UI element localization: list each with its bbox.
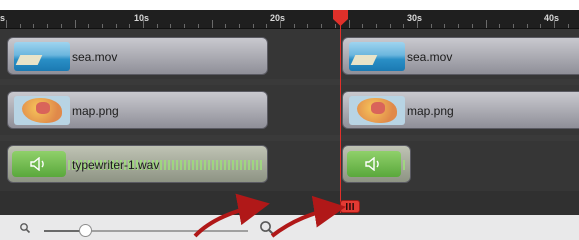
ruler-tick [225, 24, 226, 28]
tracks-area[interactable]: sea.mov map.png typewriter-1.wav sea.mov… [0, 29, 579, 215]
playhead-icon[interactable] [333, 10, 348, 26]
ruler-tick [444, 24, 445, 28]
ruler-tick [472, 24, 473, 28]
ruler-tick [88, 24, 89, 28]
ruler-tick [362, 24, 363, 28]
trim-handle-icon[interactable] [340, 200, 360, 213]
ruler-tick [6, 20, 7, 28]
ruler-label-10s: 10s [134, 13, 150, 23]
ruler-label-30s: 30s [407, 13, 423, 23]
sea-thumbnail [14, 42, 70, 71]
speaker-icon [12, 151, 66, 177]
zoom-slider-knob[interactable] [78, 224, 92, 237]
ruler-label-20s: 20s [270, 13, 286, 23]
map-thumbnail [349, 96, 405, 125]
ruler-tick [239, 24, 240, 28]
ruler-tick [61, 24, 62, 28]
ruler-tick [499, 24, 500, 28]
top-margin [0, 0, 579, 10]
ruler-tick [307, 24, 308, 28]
ruler-tick [212, 20, 213, 28]
ruler-tick [143, 20, 144, 28]
ruler-tick [458, 24, 459, 28]
ruler-tick [102, 24, 103, 28]
ruler-tick [349, 20, 350, 28]
clip-audio-left[interactable]: typewriter-1.wav [7, 145, 268, 183]
magnifier-small-icon[interactable] [19, 222, 31, 234]
sea-thumbnail [349, 42, 405, 71]
waveform [403, 160, 406, 170]
time-ruler[interactable]: s 10s 20s 30s 40s [0, 10, 579, 29]
ruler-tick [540, 24, 541, 28]
ruler-tick [184, 24, 185, 28]
ruler-tick [390, 24, 391, 28]
ruler-tick [431, 24, 432, 28]
timeline-app: s 10s 20s 30s 40s sea.mov map.png typewr… [0, 0, 579, 240]
magnifier-large-icon[interactable] [259, 220, 275, 236]
map-thumbnail [14, 96, 70, 125]
ruler-label-40s: 40s [544, 13, 560, 23]
clip-map-right[interactable]: map.png [342, 91, 579, 129]
ruler-tick [75, 20, 76, 28]
clip-name: sea.mov [72, 50, 118, 64]
ruler-tick [486, 20, 487, 28]
ruler-tick [554, 20, 555, 28]
ruler-tick [417, 20, 418, 28]
clip-name: map.png [72, 104, 119, 118]
ruler-tick [403, 24, 404, 28]
ruler-tick [116, 24, 117, 28]
clip-name: typewriter-1.wav [72, 158, 160, 172]
ruler-tick [20, 24, 21, 28]
speaker-icon [347, 151, 401, 177]
clip-name: sea.mov [407, 50, 453, 64]
zoom-bar [0, 215, 579, 240]
clip-audio-right[interactable] [342, 145, 411, 183]
ruler-label-0: s [0, 13, 6, 23]
ruler-tick [198, 24, 199, 28]
clip-name: map.png [407, 104, 454, 118]
ruler-tick [266, 24, 267, 28]
playhead-line[interactable] [340, 18, 341, 213]
ruler-tick [513, 24, 514, 28]
ruler-tick [129, 24, 130, 28]
ruler-tick [157, 24, 158, 28]
ruler-tick [253, 24, 254, 28]
ruler-tick [33, 24, 34, 28]
ruler-tick [294, 24, 295, 28]
ruler-tick [376, 24, 377, 28]
ruler-tick [321, 24, 322, 28]
ruler-tick [280, 20, 281, 28]
empty-track [0, 191, 579, 215]
ruler-tick [568, 24, 569, 28]
clip-sea-right[interactable]: sea.mov [342, 37, 579, 75]
clip-sea-left[interactable]: sea.mov [7, 37, 268, 75]
clip-map-left[interactable]: map.png [7, 91, 268, 129]
ruler-tick [47, 24, 48, 28]
ruler-tick [170, 24, 171, 28]
zoom-slider[interactable] [44, 230, 248, 232]
ruler-tick [527, 24, 528, 28]
